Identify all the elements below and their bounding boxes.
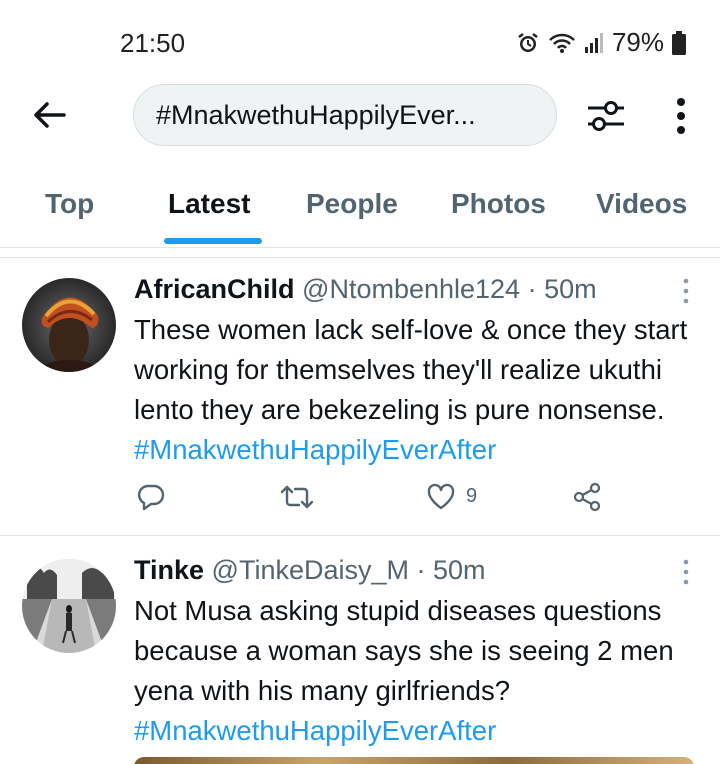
share-button[interactable] [572,482,602,512]
tweet-body: These women lack self-love & once they s… [134,314,688,425]
tweet-options-button[interactable] [676,557,696,587]
status-icons: 79% [516,27,686,58]
tweet-body: Not Musa asking stupid diseases question… [134,595,674,706]
more-vertical-icon [666,98,696,142]
tweet[interactable]: AfricanChild @Ntombenhle124 · 50m These … [0,258,720,536]
tab-photos[interactable]: Photos [451,188,546,220]
handle-and-time: @Ntombenhle124 · 50m [302,274,597,304]
tweet-header: AfricanChild @Ntombenhle124 · 50m [134,274,597,305]
retweet-icon [280,482,314,512]
search-input[interactable]: #MnakwethuHappilyEver... [133,84,557,146]
tweet-media-image[interactable] [134,757,694,764]
handle-and-time: @TinkeDaisy_M · 50m [211,555,486,585]
tab-people[interactable]: People [306,188,398,220]
reply-icon [136,482,166,512]
search-tabs: Top Latest People Photos Videos [0,178,720,248]
more-vertical-icon [676,278,696,310]
avatar[interactable] [22,278,116,372]
display-name[interactable]: AfricanChild [134,274,295,304]
heart-icon [426,482,456,510]
tweet-text: These women lack self-love & once they s… [134,310,704,470]
status-bar: 21:50 79% [0,0,720,80]
avatar[interactable] [22,559,116,653]
share-icon [572,482,602,512]
filter-button[interactable] [584,94,628,138]
tweet[interactable]: Tinke @TinkeDaisy_M · 50m Not Musa askin… [0,537,720,764]
hashtag-link[interactable]: #MnakwethuHappilyEverAfter [134,715,496,746]
active-tab-indicator [164,238,262,244]
tab-videos[interactable]: Videos [596,188,687,220]
like-button[interactable]: 9 [426,482,477,510]
more-vertical-icon [676,559,696,591]
alarm-icon [516,31,540,55]
reply-button[interactable] [136,482,166,512]
back-button[interactable] [30,96,68,134]
tweet-header: Tinke @TinkeDaisy_M · 50m [134,555,486,586]
search-header: #MnakwethuHappilyEver... [0,80,720,150]
tab-latest[interactable]: Latest [168,188,250,220]
wifi-icon [548,32,576,54]
signal-icon [584,32,604,54]
status-time: 21:50 [120,28,186,58]
more-options-button[interactable] [666,94,696,138]
tab-top[interactable]: Top [45,188,94,220]
tweet-options-button[interactable] [676,276,696,306]
divider [0,248,720,258]
filter-icon [584,101,628,142]
retweet-button[interactable] [280,482,314,512]
tweet-text: Not Musa asking stupid diseases question… [134,591,704,751]
back-arrow-icon [30,102,68,138]
battery-icon [672,30,686,55]
hashtag-link[interactable]: #MnakwethuHappilyEverAfter [134,434,496,465]
like-count: 9 [466,484,478,507]
tweet-actions: 9 [134,482,614,522]
display-name[interactable]: Tinke [134,555,204,585]
battery-level: 79% [611,27,664,57]
